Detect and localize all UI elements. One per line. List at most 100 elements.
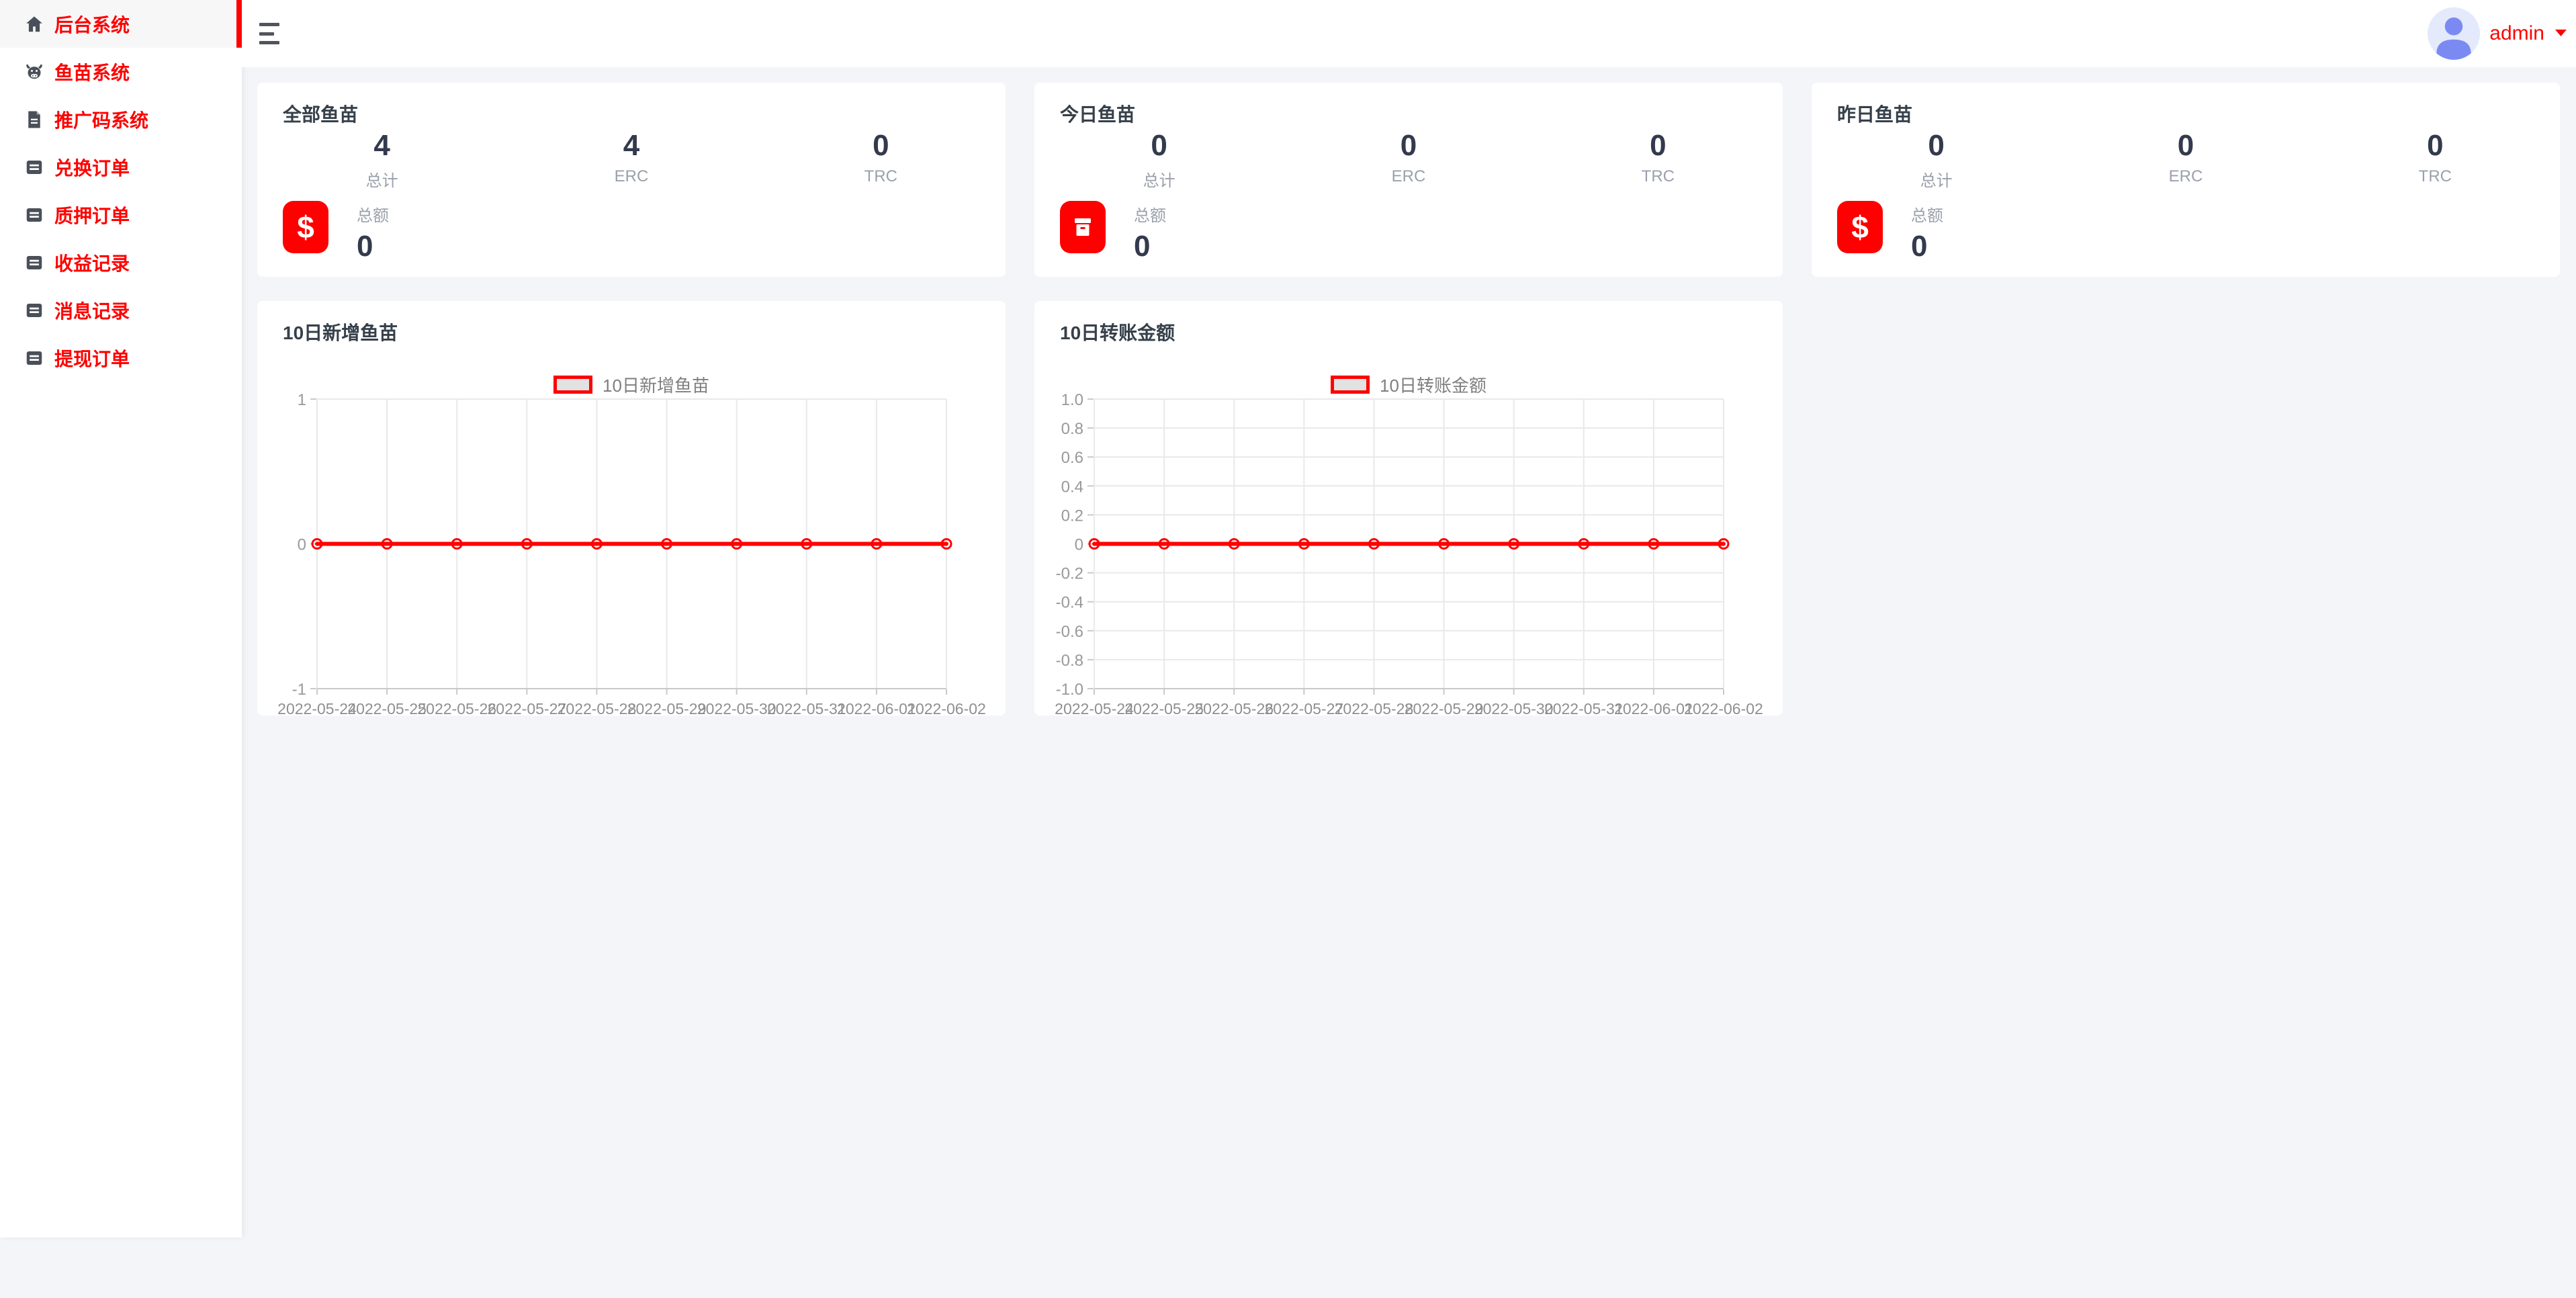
amount-row: 总额 0 bbox=[1060, 201, 1166, 263]
sidebar-item-fry-system[interactable]: 鱼苗系统 bbox=[0, 48, 242, 95]
stat-erc: 0 ERC bbox=[1284, 130, 1533, 191]
svg-text:2022-05-31: 2022-05-31 bbox=[767, 700, 846, 716]
svg-text:2022-06-01: 2022-06-01 bbox=[1614, 700, 1693, 716]
svg-text:0: 0 bbox=[298, 536, 306, 554]
form-icon bbox=[24, 204, 45, 226]
user-dropdown[interactable]: admin bbox=[2428, 0, 2567, 67]
svg-text:2022-05-29: 2022-05-29 bbox=[627, 700, 707, 716]
amount-row: $ 总额 0 bbox=[283, 201, 389, 263]
hamburger-icon bbox=[259, 41, 279, 44]
svg-text:2022-05-31: 2022-05-31 bbox=[1544, 700, 1624, 716]
stat-value: 0 bbox=[2311, 130, 2560, 162]
chart-cards-row: 10日新增鱼苗 10日新增鱼苗 10-12022-05-242022-05-25… bbox=[257, 301, 2561, 716]
sidebar-item-label: 质押订单 bbox=[54, 202, 130, 228]
sidebar-item-withdraw-orders[interactable]: 提现订单 bbox=[0, 334, 242, 382]
amount-info: 总额 0 bbox=[357, 201, 389, 263]
svg-text:0.6: 0.6 bbox=[1061, 449, 1083, 467]
svg-text:-0.2: -0.2 bbox=[1056, 565, 1083, 583]
dollar-icon: $ bbox=[1837, 201, 1883, 253]
stat-erc: 4 ERC bbox=[506, 130, 756, 191]
stat-value: 4 bbox=[506, 130, 756, 162]
dollar-glyph: $ bbox=[1851, 212, 1869, 243]
svg-text:2022-05-27: 2022-05-27 bbox=[488, 700, 567, 716]
avatar-person-icon bbox=[2428, 7, 2480, 60]
stat-label: TRC bbox=[756, 167, 1006, 186]
amount-value: 0 bbox=[1134, 230, 1166, 263]
svg-text:2022-05-25: 2022-05-25 bbox=[1124, 700, 1204, 716]
stat-label: ERC bbox=[2061, 167, 2310, 186]
sidebar-item-label: 消息记录 bbox=[54, 297, 130, 324]
dashboard-screen: 后台系统 bbox=[0, 0, 2576, 1298]
svg-text:-0.6: -0.6 bbox=[1056, 623, 1083, 641]
file-icon bbox=[24, 109, 45, 130]
hamburger-menu-button[interactable] bbox=[259, 23, 282, 44]
main-content: 全部鱼苗 4 总计 4 ERC 0 TRC bbox=[242, 67, 2576, 1298]
svg-text:1: 1 bbox=[298, 391, 306, 409]
svg-text:1.0: 1.0 bbox=[1061, 391, 1083, 409]
svg-text:-1: -1 bbox=[292, 681, 306, 699]
stat-card-today-fry: 今日鱼苗 0 总计 0 ERC 0 TRC bbox=[1034, 83, 1783, 277]
stat-value: 4 bbox=[257, 130, 506, 162]
line-chart-transfer-amount: 1.00.80.60.40.20-0.2-0.4-0.6-0.8-1.02022… bbox=[1034, 301, 1783, 716]
stats-row: 4 总计 4 ERC 0 TRC bbox=[257, 130, 1006, 191]
stat-trc: 0 TRC bbox=[1534, 130, 1783, 191]
svg-text:2022-05-28: 2022-05-28 bbox=[558, 700, 637, 716]
stat-total: 0 总计 bbox=[1812, 130, 2061, 191]
chart-card-new-fry: 10日新增鱼苗 10日新增鱼苗 10-12022-05-242022-05-25… bbox=[257, 301, 1006, 716]
sidebar-item-message-records[interactable]: 消息记录 bbox=[0, 286, 242, 334]
dollar-icon: $ bbox=[283, 201, 328, 253]
stat-label: ERC bbox=[1284, 167, 1533, 186]
form-icon bbox=[24, 252, 45, 273]
amount-info: 总额 0 bbox=[1911, 201, 1943, 263]
line-chart-new-fry: 10-12022-05-242022-05-252022-05-262022-0… bbox=[257, 301, 1006, 716]
svg-text:0.4: 0.4 bbox=[1061, 478, 1083, 496]
stat-value: 0 bbox=[2061, 130, 2310, 162]
stat-card-yesterday-fry: 昨日鱼苗 0 总计 0 ERC 0 TRC bbox=[1812, 83, 2560, 277]
axis-ticks bbox=[1087, 399, 1724, 695]
sidebar-item-exchange-orders[interactable]: 兑换订单 bbox=[0, 143, 242, 191]
stat-card-all-fry: 全部鱼苗 4 总计 4 ERC 0 TRC bbox=[257, 83, 1006, 277]
sidebar-panel: 后台系统 bbox=[0, 0, 242, 1238]
hamburger-icon bbox=[259, 23, 279, 26]
card-title: 昨日鱼苗 bbox=[1837, 100, 1912, 127]
stat-value: 0 bbox=[756, 130, 1006, 162]
sidebar-item-pledge-orders[interactable]: 质押订单 bbox=[0, 191, 242, 239]
dollar-glyph: $ bbox=[297, 212, 314, 243]
stats-row: 0 总计 0 ERC 0 TRC bbox=[1034, 130, 1783, 191]
form-icon bbox=[24, 347, 45, 369]
sidebar-item-label: 兑换订单 bbox=[54, 154, 130, 181]
svg-text:2022-05-28: 2022-05-28 bbox=[1335, 700, 1414, 716]
stat-label: 总计 bbox=[1034, 167, 1284, 191]
stat-label: 总计 bbox=[257, 167, 506, 191]
sidebar-item-label: 鱼苗系统 bbox=[54, 58, 130, 85]
sidebar-item-label: 提现订单 bbox=[54, 345, 130, 372]
caret-down-icon bbox=[2555, 28, 2567, 40]
stat-total: 0 总计 bbox=[1034, 130, 1284, 191]
top-header: admin bbox=[242, 0, 2576, 67]
sidebar-item-dashboard[interactable]: 后台系统 bbox=[0, 0, 242, 48]
amount-label: 总额 bbox=[1134, 202, 1166, 226]
form-icon bbox=[24, 157, 45, 178]
stat-erc: 0 ERC bbox=[2061, 130, 2310, 191]
svg-text:2022-05-27: 2022-05-27 bbox=[1265, 700, 1344, 716]
stat-value: 0 bbox=[1284, 130, 1533, 162]
cow-icon bbox=[24, 61, 45, 83]
amount-label: 总额 bbox=[357, 202, 389, 226]
stat-total: 4 总计 bbox=[257, 130, 506, 191]
amount-label: 总额 bbox=[1911, 202, 1943, 226]
stat-value: 0 bbox=[1812, 130, 2061, 162]
stat-label: TRC bbox=[2311, 167, 2560, 186]
svg-text:-1.0: -1.0 bbox=[1056, 681, 1083, 699]
sidebar-item-label: 推广码系统 bbox=[54, 106, 148, 133]
active-indicator-bar bbox=[236, 0, 242, 48]
svg-text:2022-05-25: 2022-05-25 bbox=[347, 700, 427, 716]
sidebar-item-promo-code-system[interactable]: 推广码系统 bbox=[0, 95, 242, 143]
stat-trc: 0 TRC bbox=[2311, 130, 2560, 191]
form-icon bbox=[24, 300, 45, 321]
stat-label: 总计 bbox=[1812, 167, 2061, 191]
home-icon bbox=[24, 13, 45, 35]
sidebar-item-earnings-records[interactable]: 收益记录 bbox=[0, 239, 242, 286]
svg-text:0.2: 0.2 bbox=[1061, 507, 1083, 525]
amount-row: $ 总额 0 bbox=[1837, 201, 1943, 263]
stat-value: 0 bbox=[1534, 130, 1783, 162]
